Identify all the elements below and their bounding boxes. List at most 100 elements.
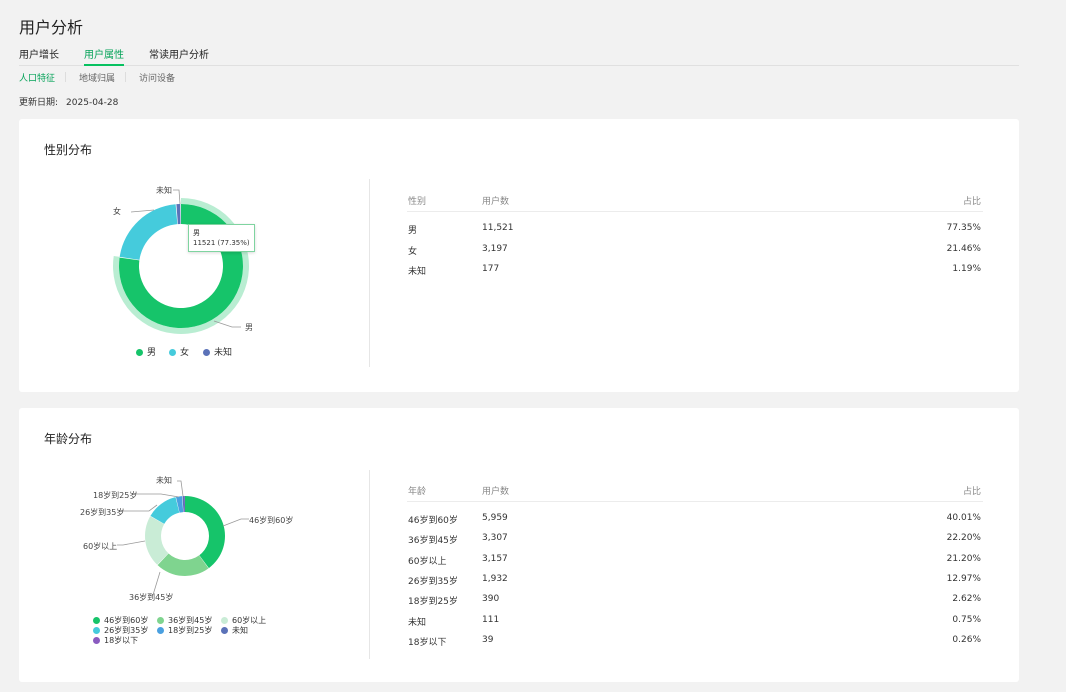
gender-donut-chart xyxy=(113,189,249,334)
age-donut-chart xyxy=(117,480,249,596)
subtab-divider xyxy=(65,72,66,82)
label-leader-line xyxy=(173,189,181,205)
label-60plus: 60岁以上 xyxy=(83,542,118,551)
legend-label: 26岁到35岁 xyxy=(104,626,149,635)
table-cell-name: 未知 xyxy=(408,267,427,277)
table-cell-pct: 0.26% xyxy=(952,634,981,645)
legend-label: 60岁以上 xyxy=(232,616,267,625)
table-cell-count: 5,959 xyxy=(482,513,508,523)
chart-tooltip: 男 11521 (77.35%) xyxy=(188,224,255,252)
header-pct: 占比 xyxy=(962,197,981,207)
label-leader-line xyxy=(222,518,249,527)
label-leader-line xyxy=(135,493,180,498)
table-cell-pct: 0.75% xyxy=(952,614,981,625)
legend-dot xyxy=(203,349,210,356)
table-cell-pct: 21.20% xyxy=(946,553,981,564)
subtab-region[interactable]: 地域归属 xyxy=(79,71,115,84)
label-leader-line xyxy=(117,540,146,546)
legend-label: 46岁到60岁 xyxy=(104,616,149,625)
age-card: 年龄分布 未知 18岁到25岁 26岁到35岁 60岁以上 46岁到60岁 36… xyxy=(19,408,1019,682)
tooltip-name: 男 xyxy=(193,229,200,237)
table-cell-name: 18岁以下 xyxy=(408,637,447,648)
table-cell-count: 177 xyxy=(482,264,500,274)
legend-dot xyxy=(93,617,100,624)
legend-label: 36岁到45岁 xyxy=(168,616,213,625)
legend-dot xyxy=(93,637,100,644)
update-date: 更新日期: 2025-04-28 xyxy=(19,95,126,108)
legend-item-male[interactable]: 男 xyxy=(136,345,156,358)
gender-card: 性别分布 未知 女 男 男 11521 (77.35%) 男 女 未知 性别 用… xyxy=(19,119,1019,392)
table-cell-count: 390 xyxy=(482,594,500,605)
header-gender: 性别 xyxy=(408,197,427,207)
legend-dot xyxy=(157,617,164,624)
legend-label: 女 xyxy=(180,348,190,358)
table-cell-count: 39 xyxy=(482,634,494,645)
table-cell-name: 未知 xyxy=(408,617,427,628)
table-cell-pct: 2.62% xyxy=(952,594,981,605)
table-cell-name: 女 xyxy=(408,246,418,257)
table-cell-count: 3,157 xyxy=(482,553,508,564)
legend-label: 18岁以下 xyxy=(104,636,139,645)
tab-user-attributes[interactable]: 用户属性 xyxy=(84,46,124,66)
tab-user-growth[interactable]: 用户增长 xyxy=(19,46,59,66)
label-female: 女 xyxy=(113,207,121,216)
legend-dot xyxy=(157,627,164,634)
legend-item-unknown[interactable]: 未知 xyxy=(203,345,232,358)
label-male: 男 xyxy=(245,323,253,332)
legend-label: 男 xyxy=(147,348,157,358)
label-leader-line xyxy=(122,504,158,512)
label-leader-line xyxy=(177,480,184,497)
table-cell-name: 60岁以上 xyxy=(408,556,447,567)
main-tabs: 用户增长 用户属性 常读用户分析 xyxy=(19,46,1019,66)
legend-dot xyxy=(93,627,100,634)
slice-female[interactable] xyxy=(119,204,178,260)
table-cell-count: 111 xyxy=(482,614,500,625)
header-age: 年龄 xyxy=(408,487,427,497)
update-label: 更新日期: xyxy=(19,98,59,108)
label-36-45: 36岁到45岁 xyxy=(129,593,174,602)
update-value: 2025-04-28 xyxy=(66,98,119,108)
subtab-divider xyxy=(125,72,126,82)
table-cell-name: 36岁到45岁 xyxy=(408,536,458,547)
label-unknown: 未知 xyxy=(156,476,172,485)
legend-item[interactable]: 未知 xyxy=(221,625,248,636)
table-cell-name: 26岁到35岁 xyxy=(408,576,458,587)
slice-46-60[interactable] xyxy=(185,496,226,569)
legend-dot xyxy=(169,349,176,356)
label-18-25: 18岁到25岁 xyxy=(93,491,138,500)
subtab-demographics[interactable]: 人口特征 xyxy=(19,71,55,84)
tooltip-value: 11521 (77.35%) xyxy=(193,239,250,247)
tab-frequent-readers[interactable]: 常读用户分析 xyxy=(149,46,209,66)
label-46-60: 46岁到60岁 xyxy=(249,516,294,525)
header-users: 用户数 xyxy=(482,487,510,497)
legend-dot xyxy=(221,627,228,634)
subtab-device[interactable]: 访问设备 xyxy=(139,71,175,84)
legend-label: 未知 xyxy=(232,626,248,635)
table-header-line xyxy=(407,501,983,502)
legend-item[interactable]: 18岁以下 xyxy=(93,635,138,646)
table-cell-count: 3,197 xyxy=(482,243,508,254)
legend-item-female[interactable]: 女 xyxy=(169,345,189,358)
table-cell-name: 18岁到25岁 xyxy=(408,597,458,608)
table-cell-pct: 12.97% xyxy=(946,573,981,584)
legend-item[interactable]: 18岁到25岁 xyxy=(157,625,212,636)
table-header-line xyxy=(407,211,983,212)
legend-label: 18岁到25岁 xyxy=(168,626,213,635)
table-cell-pct: 77.35% xyxy=(946,223,981,233)
table-cell-count: 3,307 xyxy=(482,533,508,544)
legend-label: 未知 xyxy=(214,348,233,358)
legend-dot xyxy=(221,617,228,624)
card-divider xyxy=(369,179,370,367)
label-unknown: 未知 xyxy=(156,186,172,195)
header-pct: 占比 xyxy=(962,487,981,497)
header-users: 用户数 xyxy=(482,197,510,207)
label-26-35: 26岁到35岁 xyxy=(80,508,125,517)
table-cell-pct: 1.19% xyxy=(952,264,981,274)
table-cell-pct: 22.20% xyxy=(946,533,981,544)
table-cell-name: 46岁到60岁 xyxy=(408,516,458,526)
table-cell-count: 1,932 xyxy=(482,573,508,584)
table-cell-pct: 40.01% xyxy=(946,513,981,523)
page-title: 用户分析 xyxy=(19,18,84,37)
table-cell-count: 11,521 xyxy=(482,223,514,233)
legend-dot xyxy=(136,349,143,356)
